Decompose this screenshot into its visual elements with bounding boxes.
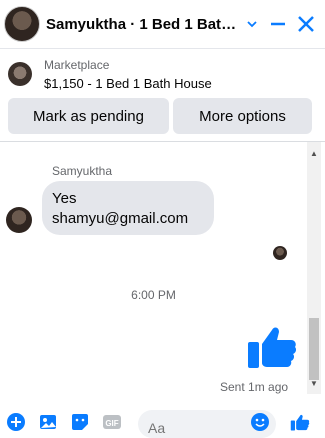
chat-title[interactable]: Samyuktha · 1 Bed 1 Bath ... — [46, 16, 241, 33]
composer: GIF — [0, 402, 325, 438]
avatar[interactable] — [4, 6, 40, 42]
avatar[interactable] — [6, 207, 32, 233]
like-icon[interactable] — [246, 320, 298, 372]
message-bubble[interactable]: Yes shamyu@gmail.com — [42, 181, 214, 235]
sticker-icon[interactable] — [70, 412, 90, 432]
plus-icon[interactable] — [6, 412, 26, 432]
sent-status: Sent 1m ago — [220, 380, 289, 394]
gif-icon[interactable]: GIF — [102, 412, 122, 432]
close-icon[interactable] — [294, 12, 318, 36]
mark-as-pending-button[interactable]: Mark as pending — [8, 98, 169, 134]
minimize-icon[interactable] — [266, 12, 290, 36]
marketplace-listing[interactable]: Marketplace $1,150 - 1 Bed 1 Bath House — [0, 55, 325, 93]
timestamp: 6:00 PM — [131, 288, 176, 302]
svg-text:GIF: GIF — [105, 419, 118, 428]
scrollbar-thumb[interactable] — [309, 318, 319, 380]
scroll-down-icon[interactable]: ▼ — [307, 376, 321, 390]
listing-actions: Mark as pending More options — [0, 98, 325, 134]
scrollbar[interactable]: ▲ ▼ — [307, 142, 321, 394]
scroll-up-icon[interactable]: ▲ — [307, 146, 321, 160]
listing-title: $1,150 - 1 Bed 1 Bath House — [44, 75, 212, 91]
chat-header: Samyuktha · 1 Bed 1 Bath ... — [0, 0, 325, 49]
listing-thumbnail — [8, 62, 32, 86]
more-options-button[interactable]: More options — [173, 98, 312, 134]
message-list: Samyuktha Yes shamyu@gmail.com 6:00 PM S… — [0, 142, 307, 402]
emoji-icon[interactable] — [250, 412, 270, 432]
like-icon[interactable] — [290, 412, 310, 432]
listing-category: Marketplace — [44, 57, 110, 72]
seen-avatar — [273, 246, 287, 260]
message-text-email: shamyu@gmail.com — [52, 210, 189, 227]
photo-icon[interactable] — [38, 412, 58, 432]
message-text: Yes — [52, 190, 77, 207]
sender-name: Samyuktha — [52, 164, 113, 178]
chevron-down-icon[interactable] — [240, 12, 264, 36]
